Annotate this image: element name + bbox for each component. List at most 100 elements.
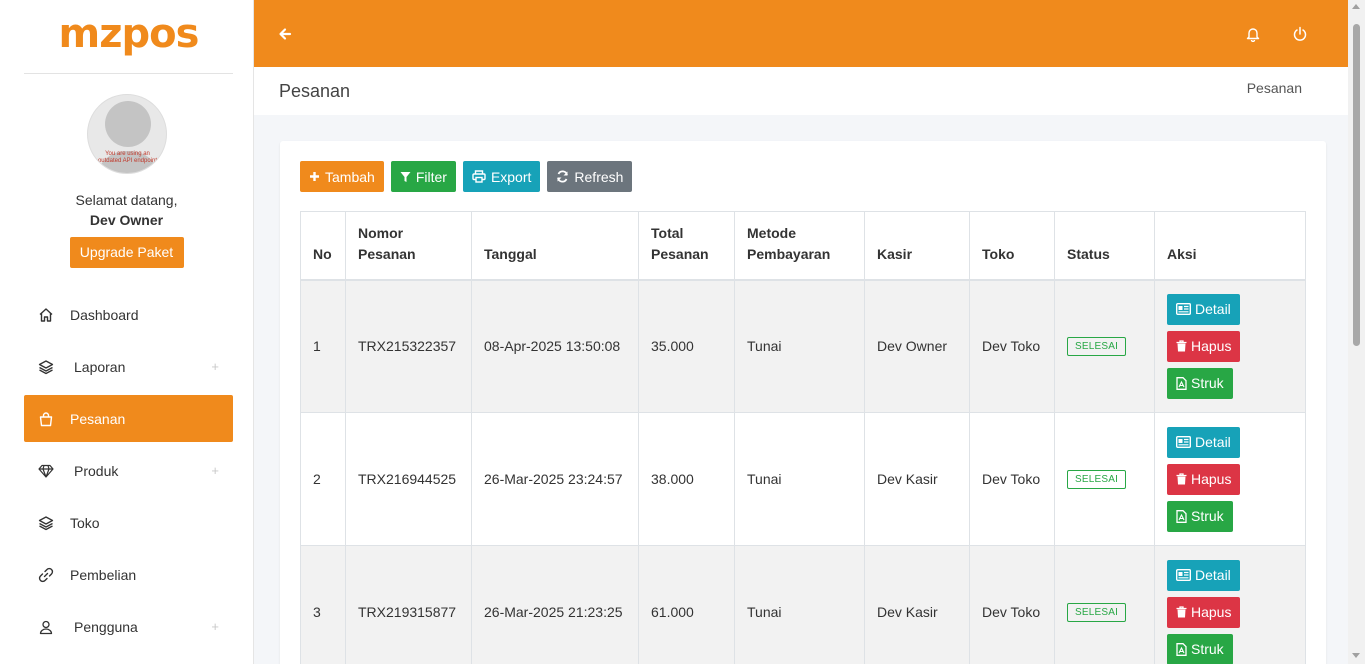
sidebar-nav: Dashboard Laporan + Pesanan Produk + Tok…: [0, 291, 253, 650]
cell-total: 35.000: [638, 279, 735, 413]
pdf-file-icon: [1176, 376, 1187, 390]
layers-icon: [37, 358, 55, 376]
plus-icon: [310, 172, 319, 181]
cell-date: 26-Mar-2025 21:23:25: [471, 545, 639, 664]
column-header-total[interactable]: Total Pesanan: [638, 211, 735, 280]
status-badge: SELESAI: [1067, 470, 1127, 489]
cell-order-number: TRX219315877: [345, 545, 472, 664]
filter-button[interactable]: Filter: [390, 161, 456, 192]
home-icon: [37, 306, 55, 324]
sidebar-item-label: Dashboard: [70, 306, 139, 323]
welcome-text: Selamat datang,: [75, 192, 178, 208]
delete-button-label: Hapus: [1191, 338, 1232, 355]
sidebar-item-toko[interactable]: Toko: [24, 499, 233, 546]
trash-icon: [1176, 340, 1187, 352]
export-button-label: Export: [490, 168, 532, 185]
column-header-actions: Aksi: [1154, 211, 1306, 280]
orders-card: Tambah Filter Export Refresh No Nomor Pes…: [280, 141, 1326, 664]
sidebar-item-produk[interactable]: Produk +: [24, 447, 233, 494]
cell-total: 61.000: [638, 545, 735, 664]
avatar-head: [104, 101, 151, 147]
column-header-store[interactable]: Toko: [969, 211, 1055, 280]
column-header-no[interactable]: No: [300, 211, 346, 280]
page-title: Pesanan: [279, 81, 351, 101]
shopping-bag-icon: [37, 410, 55, 428]
expand-plus-icon: +: [211, 463, 219, 478]
column-header-cashier[interactable]: Kasir: [864, 211, 970, 280]
power-icon[interactable]: [1291, 24, 1309, 44]
expand-plus-icon: +: [211, 359, 219, 374]
id-card-icon: [1176, 436, 1191, 448]
trash-icon: [1176, 473, 1187, 485]
printer-icon: [472, 170, 486, 183]
row-actions: Detail Hapus Struk: [1167, 426, 1293, 532]
orders-table: No Nomor Pesanan Tanggal Total Pesanan Met…: [300, 211, 1306, 664]
upgrade-plan-button[interactable]: Upgrade Paket: [69, 237, 184, 268]
cell-actions: Detail Hapus Struk: [1154, 412, 1306, 546]
receipt-button-label: Struk: [1191, 508, 1224, 524]
receipt-button[interactable]: Struk: [1167, 500, 1233, 532]
receipt-button[interactable]: Struk: [1167, 633, 1233, 664]
avatar: You are using an outdated API endpoint: [86, 94, 167, 174]
sidebar-item-pesanan[interactable]: Pesanan: [24, 395, 233, 442]
trash-icon: [1176, 606, 1187, 618]
detail-button-label: Detail: [1195, 567, 1231, 583]
detail-button[interactable]: Detail: [1167, 293, 1240, 325]
column-header-payment-method[interactable]: Metode Pembayaran: [734, 211, 865, 280]
pdf-file-icon: [1176, 509, 1187, 523]
page-scrollbar[interactable]: [1348, 0, 1365, 664]
sidebar-item-label: Laporan: [74, 358, 126, 375]
page-header: Pesanan Pesanan: [254, 67, 1348, 115]
bell-icon[interactable]: [1244, 24, 1262, 44]
refresh-button[interactable]: Refresh: [547, 161, 633, 192]
detail-button[interactable]: Detail: [1167, 426, 1240, 458]
receipt-button-label: Struk: [1191, 375, 1224, 392]
cell-date: 08-Apr-2025 13:50:08: [471, 279, 639, 413]
layers-icon: [37, 514, 55, 532]
cell-status: SELESAI: [1054, 279, 1155, 413]
id-card-icon: [1176, 569, 1191, 581]
cell-date: 26-Mar-2025 23:24:57: [471, 412, 639, 546]
row-actions: Detail Hapus Struk: [1167, 559, 1293, 664]
scroll-up-arrow-icon[interactable]: [1352, 4, 1360, 9]
column-header-date[interactable]: Tanggal: [471, 211, 639, 280]
diamond-icon: [37, 462, 55, 480]
row-actions: Detail Hapus Struk: [1167, 293, 1293, 399]
breadcrumb[interactable]: Pesanan: [1247, 80, 1302, 96]
sidebar-item-dashboard[interactable]: Dashboard: [24, 291, 233, 338]
sidebar: mzpos You are using an outdated API endp…: [0, 0, 254, 664]
user-name: Dev Owner: [89, 212, 164, 228]
sidebar-item-pembelian[interactable]: Pembelian: [24, 551, 233, 598]
pdf-file-icon: [1176, 642, 1187, 656]
cell-no: 3: [300, 545, 346, 664]
sidebar-item-laporan[interactable]: Laporan +: [24, 343, 233, 390]
orders-toolbar: Tambah Filter Export Refresh: [300, 161, 633, 192]
user-icon: [37, 618, 55, 636]
delete-button[interactable]: Hapus: [1167, 330, 1241, 362]
refresh-button-label: Refresh: [574, 168, 624, 185]
column-header-status[interactable]: Status: [1054, 211, 1155, 280]
avatar-notice: You are using an outdated API endpoint: [97, 151, 158, 164]
cell-order-number: TRX216944525: [345, 412, 472, 546]
receipt-button[interactable]: Struk: [1167, 367, 1233, 399]
delete-button[interactable]: Hapus: [1167, 596, 1241, 628]
link-icon: [37, 566, 55, 584]
add-button[interactable]: Tambah: [300, 161, 384, 192]
cell-cashier: Dev Kasir: [864, 545, 970, 664]
back-arrow-icon[interactable]: [276, 24, 294, 44]
cell-actions: Detail Hapus Struk: [1154, 279, 1306, 413]
delete-button-label: Hapus: [1191, 604, 1232, 620]
export-button[interactable]: Export: [462, 161, 541, 192]
cell-payment-method: Tunai: [734, 279, 865, 413]
scrollbar-thumb[interactable]: [1353, 24, 1360, 346]
sidebar-item-label: Produk: [74, 462, 119, 479]
cell-no: 1: [300, 279, 346, 413]
scroll-down-arrow-icon[interactable]: [1352, 653, 1360, 658]
cell-store: Dev Toko: [969, 279, 1055, 413]
column-header-order-number[interactable]: Nomor Pesanan: [345, 211, 472, 280]
cell-payment-method: Tunai: [734, 412, 865, 546]
logo[interactable]: mzpos: [24, 0, 233, 74]
delete-button[interactable]: Hapus: [1167, 463, 1241, 495]
detail-button[interactable]: Detail: [1167, 559, 1240, 591]
sidebar-item-pengguna[interactable]: Pengguna +: [24, 603, 233, 650]
